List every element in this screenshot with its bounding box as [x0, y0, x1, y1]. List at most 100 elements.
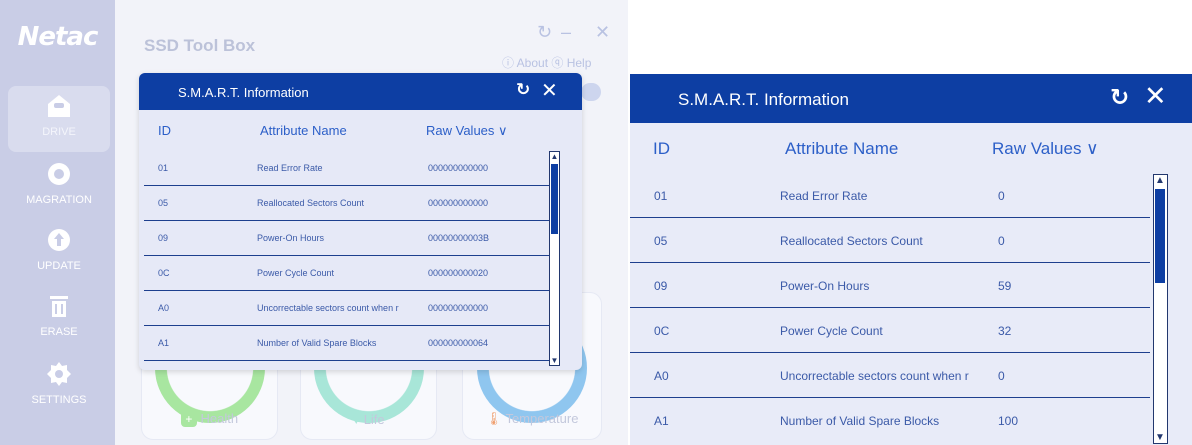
- cell-raw: 000000000020: [428, 268, 489, 278]
- smart-dialog-large: S.M.A.R.T. Information ↻ ✕ ID Attribute …: [630, 74, 1192, 445]
- cell-name: Power-On Hours: [780, 279, 870, 293]
- sidebar-item-label: MAGRATION: [26, 194, 92, 206]
- refresh-icon[interactable]: ↻: [1110, 84, 1129, 111]
- cell-name: Power-On Hours: [257, 233, 325, 243]
- background-pill: [581, 83, 601, 101]
- cell-id: 09: [158, 233, 169, 243]
- sidebar-item-label: UPDATE: [37, 260, 81, 272]
- column-headers: ID Attribute Name Raw Values ∨: [630, 123, 1192, 173]
- dialog-header: S.M.A.R.T. Information ↻ ✕: [139, 73, 582, 110]
- col-attribute-name: Attribute Name: [785, 139, 899, 158]
- update-icon: [48, 229, 70, 251]
- netac-logo: Netac: [17, 22, 99, 52]
- cell-name: Uncorrectable sectors count when r: [257, 303, 399, 313]
- col-id: ID: [653, 139, 670, 158]
- cell-id: 05: [158, 198, 169, 208]
- sidebar-item-migration[interactable]: MAGRATION: [8, 154, 110, 220]
- scroll-up-icon[interactable]: ▲: [1154, 175, 1166, 186]
- cell-id: A1: [158, 338, 170, 348]
- table-row[interactable]: 05 Reallocated Sectors Count 0: [630, 218, 1150, 263]
- card-label: Temperature: [505, 411, 579, 426]
- smart-table: 01 Read Error Rate 0 05 Reallocated Sect…: [630, 173, 1150, 445]
- scrollbar[interactable]: ▲ ▼: [1153, 174, 1168, 444]
- refresh-icon[interactable]: ↻: [516, 80, 530, 100]
- table-row[interactable]: 0C Power Cycle Count 000000000020: [144, 256, 554, 291]
- table-row[interactable]: A1 Number of Valid Spare Blocks 00000000…: [144, 326, 554, 361]
- close-button[interactable]: ✕: [595, 22, 610, 43]
- scrollbar[interactable]: ▲ ▼: [549, 151, 560, 366]
- thermometer-icon: 🌡: [485, 411, 503, 426]
- minimize-button[interactable]: –: [561, 22, 571, 43]
- cell-name: Read Error Rate: [257, 163, 323, 173]
- cell-id: 0C: [158, 268, 170, 278]
- smart-dialog-small: S.M.A.R.T. Information ↻ ✕ ID Attribute …: [139, 73, 582, 370]
- sidebar-item-drive[interactable]: DRIVE: [8, 86, 110, 152]
- smart-table: 01 Read Error Rate 000000000000 05 Reall…: [144, 151, 554, 366]
- heart-icon: ♥: [352, 412, 361, 427]
- sidebar-item-label: SETTINGS: [31, 394, 87, 406]
- card-label: Life: [363, 412, 385, 427]
- dialog-header: S.M.A.R.T. Information ↻ ✕: [630, 74, 1192, 123]
- col-id: ID: [158, 123, 171, 138]
- cell-raw: 32: [998, 324, 1012, 338]
- migration-icon: [48, 163, 70, 185]
- close-icon[interactable]: ✕: [541, 78, 558, 103]
- cell-id: A0: [158, 303, 170, 313]
- app-title: SSD Tool Box: [144, 36, 256, 55]
- cell-name: Read Error Rate: [780, 189, 868, 203]
- sidebar-item-settings[interactable]: SETTINGS: [8, 354, 110, 420]
- scroll-down-icon[interactable]: ▼: [1154, 432, 1166, 443]
- table-row[interactable]: A0 Uncorrectable sectors count when r 0: [630, 353, 1150, 398]
- trash-icon: [50, 296, 68, 317]
- sidebar-item-erase[interactable]: ERASE: [8, 286, 110, 352]
- table-row[interactable]: 09 Power-On Hours 00000000003B: [144, 221, 554, 256]
- cell-raw: 000000000064: [428, 338, 489, 348]
- card-label: Health: [200, 411, 239, 426]
- cell-raw: 00000000003B: [428, 233, 490, 243]
- cell-name: Number of Valid Spare Blocks: [780, 414, 940, 428]
- close-icon[interactable]: ✕: [1144, 81, 1167, 112]
- col-raw-values[interactable]: Raw Values ∨: [426, 123, 508, 139]
- plus-icon: +: [180, 411, 197, 427]
- sidebar-item-label: ERASE: [40, 326, 78, 338]
- gear-icon: [47, 362, 71, 386]
- cell-name: Reallocated Sectors Count: [780, 234, 923, 248]
- cell-id: A1: [654, 414, 669, 428]
- cell-name: Number of Valid Spare Blocks: [257, 338, 377, 348]
- cell-raw: 000000000000: [428, 303, 489, 313]
- sidebar-item-update[interactable]: UPDATE: [8, 220, 110, 286]
- table-row[interactable]: A0 Uncorrectable sectors count when r 00…: [144, 291, 554, 326]
- cell-raw: 000000000000: [428, 163, 489, 173]
- dialog-title: S.M.A.R.T. Information: [678, 90, 849, 109]
- col-attribute-name: Attribute Name: [260, 123, 347, 138]
- drive-icon: [48, 95, 70, 117]
- cell-name: Power Cycle Count: [257, 268, 335, 278]
- cell-raw: 000000000000: [428, 198, 489, 208]
- table-row[interactable]: 01 Read Error Rate 0: [630, 173, 1150, 218]
- cell-id: 09: [654, 279, 668, 293]
- cell-raw: 59: [998, 279, 1012, 293]
- cell-id: 01: [654, 189, 668, 203]
- table-row[interactable]: 01 Read Error Rate 000000000000: [144, 151, 554, 186]
- cell-name: Power Cycle Count: [780, 324, 883, 338]
- col-raw-values[interactable]: Raw Values ∨: [992, 139, 1099, 159]
- scrollbar-thumb[interactable]: [551, 164, 558, 234]
- table-row[interactable]: 09 Power-On Hours 59: [630, 263, 1150, 308]
- column-headers: ID Attribute Name Raw Values ∨: [139, 111, 582, 151]
- cell-id: 05: [654, 234, 668, 248]
- cell-id: 0C: [654, 324, 670, 338]
- sidebar: Netac DRIVE MAGRATION UPDATE ERASE SETTI…: [0, 0, 115, 445]
- table-row[interactable]: A1 Number of Valid Spare Blocks 100: [630, 398, 1150, 443]
- table-row[interactable]: 05 Reallocated Sectors Count 00000000000…: [144, 186, 554, 221]
- about-help-links[interactable]: ⓘ About ⓠ Help: [502, 54, 591, 71]
- sidebar-item-label: DRIVE: [42, 126, 76, 138]
- scrollbar-thumb[interactable]: [1155, 189, 1165, 283]
- scroll-down-icon[interactable]: ▼: [550, 356, 559, 365]
- cell-raw: 0: [998, 189, 1005, 203]
- refresh-icon[interactable]: ↻: [537, 22, 552, 43]
- dialog-title: S.M.A.R.T. Information: [178, 85, 309, 100]
- cell-name: Uncorrectable sectors count when r: [780, 369, 969, 383]
- cell-raw: 100: [998, 414, 1019, 428]
- table-row[interactable]: 0C Power Cycle Count 32: [630, 308, 1150, 353]
- scroll-up-icon[interactable]: ▲: [550, 152, 559, 161]
